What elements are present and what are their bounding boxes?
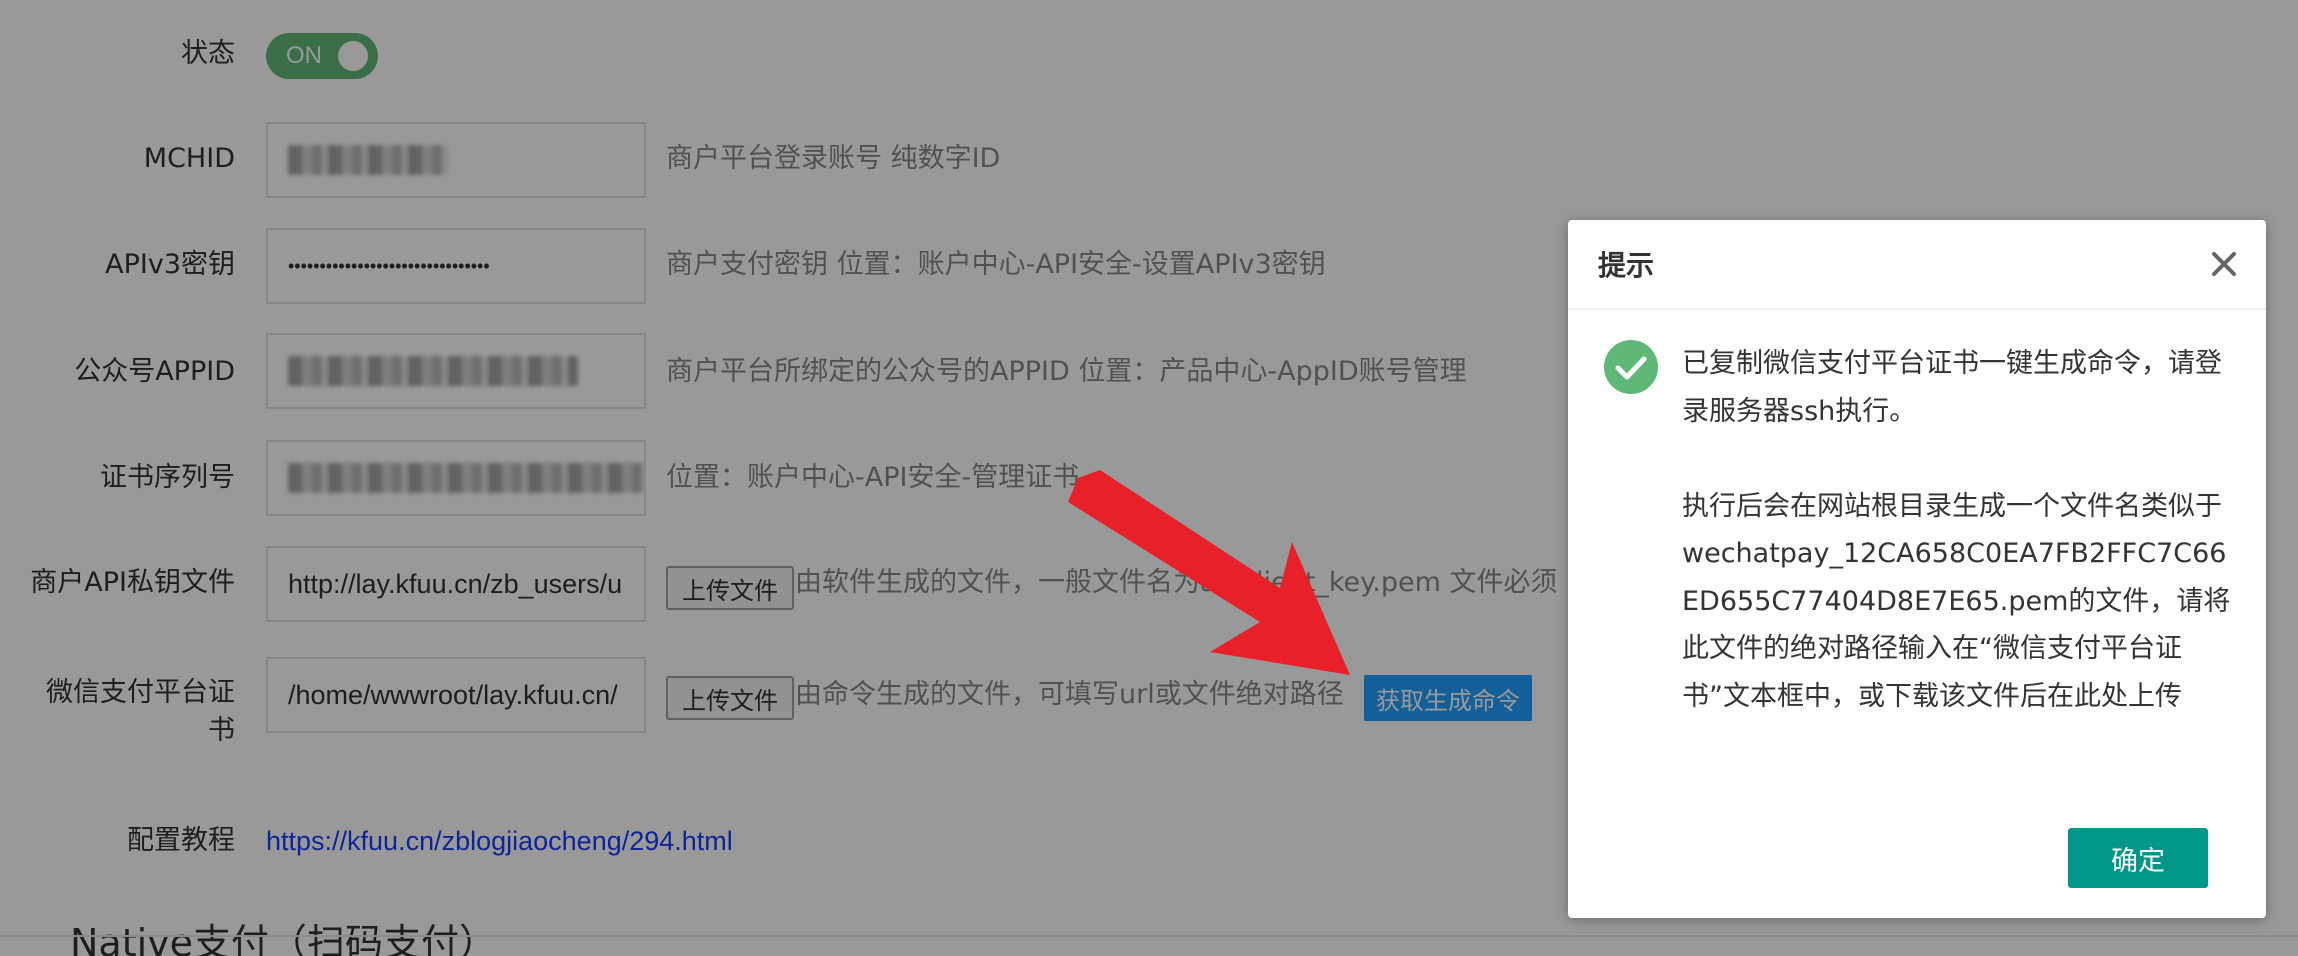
ok-button[interactable]: 确定 [2068,828,2208,888]
dialog-message: 已复制微信支付平台证书一键生成命令，请登录服务器ssh执行。 执行后会在网站根目… [1682,348,2231,712]
check-circle-icon [1604,340,1658,394]
close-icon[interactable] [2204,244,2244,284]
dialog-title: 提示 [1568,220,2266,310]
red-arrow-annotation [1068,470,1350,675]
settings-page: 状态 ON MCHID 商户平台登录账号 纯数字ID APIv3密钥 •••••… [0,0,2298,956]
hint-dialog: 提示 已复制微信支付平台证书一键生成命令，请登录服务器ssh执行。 执行后会在网… [1568,220,2266,918]
